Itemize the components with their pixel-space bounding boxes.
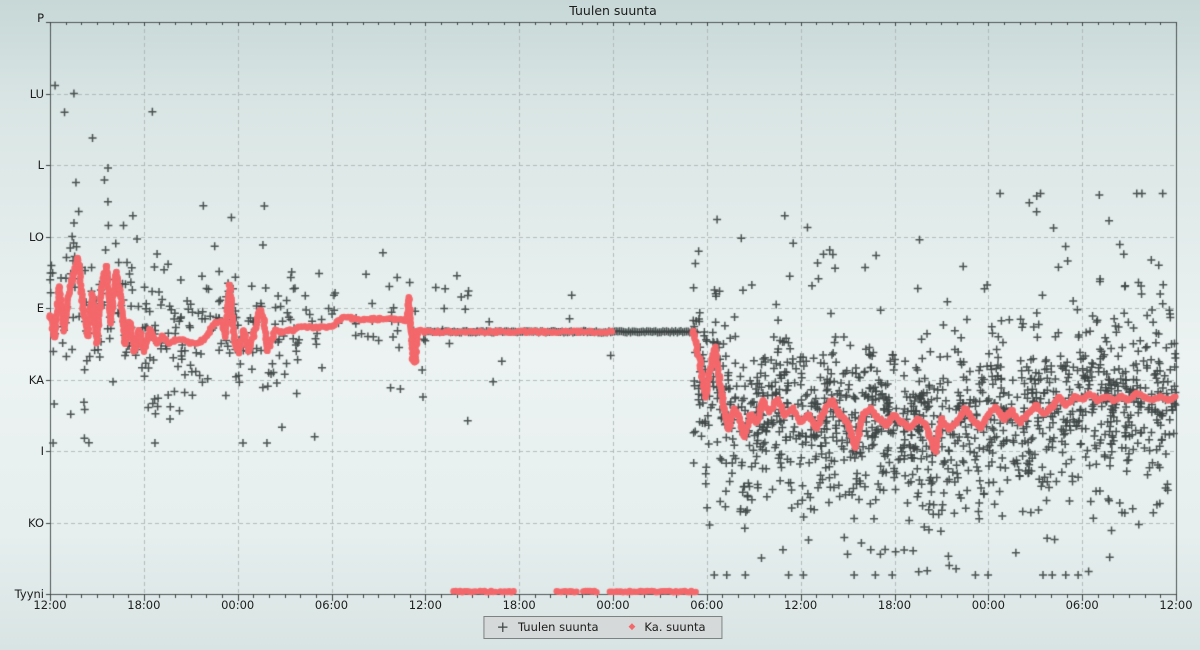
y-axis-label-lu: LU bbox=[29, 86, 44, 101]
x-axis-tick-label: 12:00 bbox=[33, 598, 67, 612]
x-axis-tick-label: 12:00 bbox=[784, 598, 818, 612]
plot-canvas bbox=[0, 0, 1200, 650]
legend: + Tuulen suunta ◆ Ka. suunta bbox=[483, 616, 723, 639]
legend-label: Tuulen suunta bbox=[518, 620, 599, 634]
plus-marker-icon: + bbox=[496, 618, 510, 636]
y-axis-label-ka: KA bbox=[28, 372, 44, 387]
x-axis-tick-label: 00:00 bbox=[596, 598, 630, 612]
y-axis-label-e: E bbox=[36, 301, 44, 315]
x-axis-tick-label: 12:00 bbox=[408, 598, 442, 612]
x-axis-tick-label: 00:00 bbox=[221, 598, 255, 612]
x-axis-tick-label: 18:00 bbox=[502, 598, 536, 612]
y-axis-label-l: L bbox=[37, 158, 44, 172]
x-axis-tick-label: 00:00 bbox=[971, 598, 1005, 612]
wind-direction-chart: Tuulen suunta P LU L LO E KA I KO Tyyni … bbox=[0, 0, 1200, 650]
x-axis-tick-label: 18:00 bbox=[127, 598, 161, 612]
y-axis-label-i: I bbox=[40, 444, 44, 458]
x-axis-tick-label: 18:00 bbox=[877, 598, 912, 612]
y-axis-label-ko: KO bbox=[28, 515, 44, 530]
chart-title: Tuulen suunta bbox=[569, 3, 657, 18]
x-axis-tick-label: 06:00 bbox=[1065, 598, 1099, 612]
legend-label: Ka. suunta bbox=[644, 620, 706, 634]
legend-item-ka-suunta: ◆ Ka. suunta bbox=[629, 620, 706, 634]
diamond-marker-icon: ◆ bbox=[628, 621, 636, 632]
legend-item-tuulen-suunta: + Tuulen suunta bbox=[496, 618, 599, 636]
y-axis-label-p: P bbox=[37, 11, 44, 25]
x-axis-tick-label: 06:00 bbox=[314, 598, 349, 612]
y-axis-label-lo: LO bbox=[28, 229, 44, 244]
x-axis-tick-label: 12:00 bbox=[1159, 598, 1193, 612]
x-axis-tick-label: 06:00 bbox=[690, 598, 724, 612]
